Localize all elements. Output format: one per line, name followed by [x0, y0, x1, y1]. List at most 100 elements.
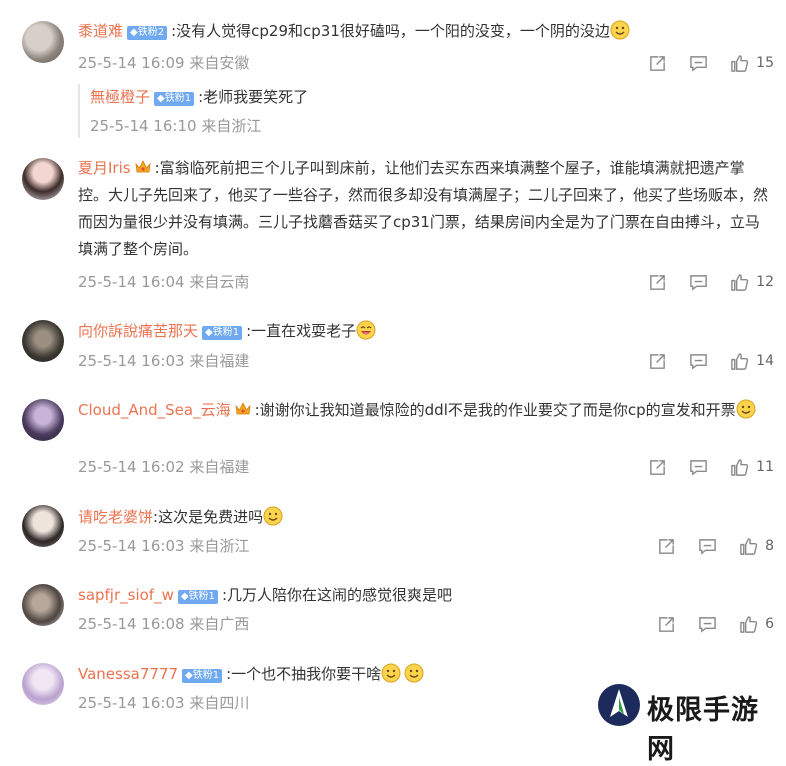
like-count: 11: [756, 459, 774, 475]
comment-text: :富翁临死前把三个儿子叫到床前，让他们去买东西来填满整个屋子，谁能填满就把遗产掌…: [78, 159, 769, 258]
share-button[interactable]: [648, 54, 667, 73]
timestamp: 25-5-14 16:08: [78, 615, 185, 633]
site-logo-icon: [598, 684, 640, 726]
comment-text: :一个也不抽我你要干啥: [226, 665, 382, 683]
comment-meta: 25-5-14 16:08 来自广西: [78, 614, 249, 634]
username[interactable]: 夏月Iris: [78, 159, 131, 177]
timestamp: 25-5-14 16:03: [78, 694, 185, 712]
timestamp: 25-5-14 16:03: [78, 537, 185, 555]
action-bar: 8: [635, 536, 774, 556]
share-button[interactable]: [657, 537, 676, 556]
comment-body: 夏月Iris:富翁临死前把三个儿子叫到床前，让他们去买东西来填满整个屋子，谁能填…: [78, 155, 768, 263]
location: 来自广西: [189, 615, 250, 633]
avatar[interactable]: [22, 158, 64, 200]
username[interactable]: sapfjr_siof_w: [78, 586, 174, 604]
username[interactable]: 请吃老婆饼: [78, 508, 153, 526]
avatar[interactable]: [22, 505, 64, 547]
avatar[interactable]: [22, 21, 64, 63]
timestamp: 25-5-14 16:03: [78, 352, 185, 370]
diamond-icon: ◆: [180, 591, 189, 602]
comment-meta: 25-5-14 16:03 来自福建: [78, 351, 249, 371]
avatar[interactable]: [22, 320, 64, 362]
like-button[interactable]: 15: [730, 54, 774, 73]
username[interactable]: Cloud_And_Sea_云海: [78, 401, 231, 419]
avatar[interactable]: [22, 399, 64, 441]
reply-item: 無極橙子 ◆铁粉1:老师我要笑死了 25-5-14 16:10 来自浙江: [78, 84, 680, 138]
comment-button[interactable]: [689, 352, 708, 371]
fan-badge[interactable]: ◆铁粉1: [154, 92, 195, 106]
fan-badge[interactable]: ◆铁粉1: [177, 590, 218, 604]
smile-emoji-icon: [736, 399, 756, 419]
diamond-icon: ◆: [205, 327, 213, 338]
smile-emoji-icon: [610, 20, 630, 40]
reply-meta: 25-5-14 16:10 来自浙江: [90, 116, 261, 136]
comment-body: 向你訴說痛苦那天 ◆铁粉1:一直在戏耍老子: [78, 318, 678, 345]
comment-text: :几万人陪你在这闹的感觉很爽是吧: [221, 586, 452, 604]
timestamp: 25-5-14 16:04: [78, 273, 185, 291]
action-bar: 15: [626, 53, 774, 73]
reply-body: 無極橙子 ◆铁粉1:老师我要笑死了: [90, 84, 690, 111]
share-button[interactable]: [648, 273, 667, 292]
comment-button[interactable]: [698, 537, 717, 556]
smile-emoji-icon: [381, 663, 401, 683]
smile-emoji-icon: [263, 506, 283, 526]
reply-text: :老师我要笑死了: [198, 88, 309, 106]
comment-text: :谢谢你让我知道最惊险的ddl不是我的作业要交了而是你cp的宣发和开票: [254, 401, 736, 419]
share-button[interactable]: [657, 615, 676, 634]
comment-meta: 25-5-14 16:02 来自福建: [78, 457, 249, 477]
share-button[interactable]: [648, 352, 667, 371]
like-button[interactable]: 12: [730, 273, 774, 292]
thumbs-up-icon: [730, 458, 749, 477]
thumbs-up-icon: [739, 537, 758, 556]
action-bar: 11: [626, 457, 774, 477]
fan-badge[interactable]: ◆铁粉2: [127, 26, 168, 40]
laugh-emoji-icon: [356, 320, 376, 340]
like-button[interactable]: 6: [739, 615, 774, 634]
comment-body: 请吃老婆饼:这次是免费进吗: [78, 504, 678, 531]
like-button[interactable]: 8: [739, 537, 774, 556]
thumbs-up-icon: [730, 352, 749, 371]
comment-button[interactable]: [689, 54, 708, 73]
share-button[interactable]: [648, 458, 667, 477]
fan-badge[interactable]: ◆铁粉1: [202, 326, 243, 340]
like-count: 15: [756, 55, 774, 71]
action-bar: 6: [635, 614, 774, 634]
comment-body: 黍道难 ◆铁粉2:没有人觉得cp29和cp31很好磕吗，一个阳的没变，一个阴的没边: [78, 18, 678, 45]
comment-icon: [698, 537, 717, 556]
comment-button[interactable]: [689, 458, 708, 477]
comment-icon: [698, 615, 717, 634]
username[interactable]: 黍道难: [78, 22, 123, 40]
like-button[interactable]: 11: [730, 458, 774, 477]
comment-button[interactable]: [698, 615, 717, 634]
comment-meta: 25-5-14 16:03 来自浙江: [78, 536, 249, 556]
reply-username[interactable]: 無極橙子: [90, 88, 150, 106]
comment-text: :这次是免费进吗: [153, 508, 264, 526]
username[interactable]: 向你訴說痛苦那天: [78, 322, 198, 340]
comment-body: Cloud_And_Sea_云海 :谢谢你让我知道最惊险的ddl不是我的作业要交了…: [78, 397, 768, 424]
comment-icon: [689, 458, 708, 477]
share-icon: [657, 615, 676, 634]
avatar[interactable]: [22, 663, 64, 705]
share-icon: [648, 458, 667, 477]
comment-body: Vanessa7777 ◆铁粉1:一个也不抽我你要干啥: [78, 661, 678, 688]
comment-meta: 25-5-14 16:09 来自安徽: [78, 53, 249, 73]
fan-badge[interactable]: ◆铁粉1: [182, 669, 223, 683]
comment-button[interactable]: [689, 273, 708, 292]
timestamp: 25-5-14 16:09: [78, 54, 185, 72]
action-bar: 14: [626, 351, 774, 371]
comment-icon: [689, 352, 708, 371]
smile-emoji-icon: [404, 663, 424, 683]
comment-meta: 25-5-14 16:04 来自云南: [78, 272, 249, 292]
action-bar: 12: [626, 272, 774, 292]
crown-icon: [135, 160, 151, 174]
location: 来自安徽: [189, 54, 250, 72]
diamond-icon: ◆: [185, 670, 193, 681]
comment-meta: 25-5-14 16:03 来自四川: [78, 693, 249, 713]
timestamp: 25-5-14 16:10: [90, 117, 197, 135]
like-button[interactable]: 14: [730, 352, 774, 371]
comment-icon: [689, 273, 708, 292]
comment-body: sapfjr_siof_w ◆铁粉1:几万人陪你在这闹的感觉很爽是吧: [78, 582, 678, 609]
comment-icon: [689, 54, 708, 73]
avatar[interactable]: [22, 584, 64, 626]
username[interactable]: Vanessa7777: [78, 665, 178, 683]
